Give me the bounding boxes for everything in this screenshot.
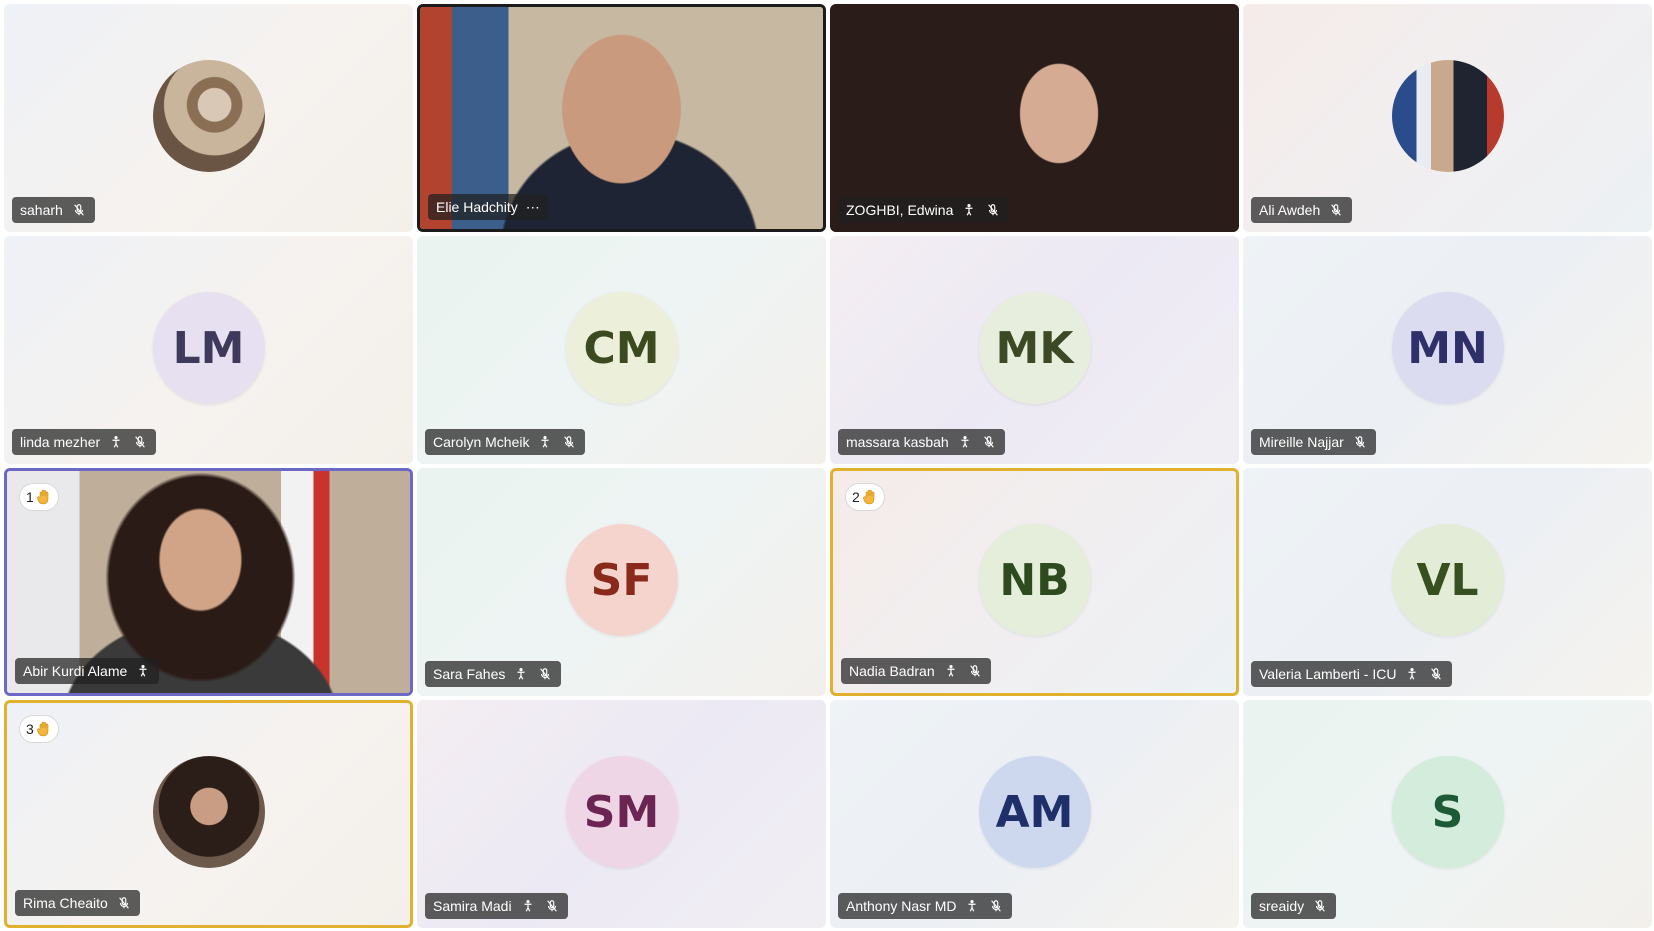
participant-name: Valeria Lamberti - ICU bbox=[1259, 666, 1397, 682]
microphone-muted-icon bbox=[1312, 898, 1328, 914]
participant-tile-ali-awdeh[interactable]: Ali Awdeh bbox=[1243, 4, 1652, 232]
participant-name-label: Abir Kurdi Alame bbox=[15, 658, 160, 684]
participant-name-label: Anthony Nasr MD bbox=[838, 893, 1013, 919]
participant-initials-avatar: SF bbox=[565, 524, 678, 636]
participant-tile-abir-kurdi-alame[interactable]: 1 Abir Kurdi Alame bbox=[4, 468, 413, 696]
participant-tile-zoghbi-edwina[interactable]: ZOGHBI, Edwina bbox=[830, 4, 1239, 232]
microphone-muted-icon bbox=[116, 895, 132, 911]
participant-tile-saharh[interactable]: saharh bbox=[4, 4, 413, 232]
hearing-accessibility-icon bbox=[513, 666, 529, 682]
raised-hand-badge: 1 bbox=[19, 483, 59, 511]
participant-tile-sreaidy[interactable]: S sreaidy bbox=[1243, 700, 1652, 928]
participant-initials-avatar: MK bbox=[978, 292, 1091, 404]
hearing-accessibility-icon bbox=[1404, 666, 1420, 682]
participant-name: Nadia Badran bbox=[849, 663, 935, 679]
participant-name-label: Mireille Najjar bbox=[1251, 429, 1376, 455]
participant-tile-valeria-lamberti[interactable]: VL Valeria Lamberti - ICU bbox=[1243, 468, 1652, 696]
participant-name-label: ZOGHBI, Edwina bbox=[838, 197, 1010, 223]
participant-name-label: Ali Awdeh bbox=[1251, 197, 1353, 223]
microphone-muted-icon bbox=[544, 898, 560, 914]
participant-initials-avatar: AM bbox=[978, 756, 1091, 868]
participant-initials-avatar: S bbox=[1391, 756, 1504, 868]
participant-name-label: Samira Madi bbox=[425, 893, 568, 919]
participant-avatar-photo bbox=[152, 756, 265, 868]
hearing-accessibility-icon bbox=[964, 898, 980, 914]
participant-initials-avatar: LM bbox=[152, 292, 265, 404]
participant-name-label: Elie Hadchity ⋯ bbox=[428, 194, 548, 220]
participant-name-label: Valeria Lamberti - ICU bbox=[1251, 661, 1453, 687]
microphone-muted-icon bbox=[1328, 202, 1344, 218]
participant-name: Mireille Najjar bbox=[1259, 434, 1344, 450]
participant-initials-avatar: VL bbox=[1391, 524, 1504, 636]
microphone-muted-icon bbox=[561, 434, 577, 450]
participant-name: saharh bbox=[20, 202, 63, 218]
participant-name-label: Carolyn Mcheik bbox=[425, 429, 586, 455]
raised-hand-icon bbox=[36, 489, 51, 505]
microphone-muted-icon bbox=[988, 898, 1004, 914]
participant-name: Sara Fahes bbox=[433, 666, 506, 682]
participant-initials-avatar: NB bbox=[978, 524, 1091, 636]
microphone-muted-icon bbox=[71, 202, 87, 218]
participant-avatar-photo bbox=[1391, 60, 1504, 172]
raised-hand-badge: 3 bbox=[19, 715, 59, 743]
microphone-muted-icon bbox=[1352, 434, 1368, 450]
raised-hand-badge: 2 bbox=[845, 483, 885, 511]
participant-initials-avatar: MN bbox=[1391, 292, 1504, 404]
hearing-accessibility-icon bbox=[537, 434, 553, 450]
hearing-accessibility-icon bbox=[520, 898, 536, 914]
hearing-accessibility-icon bbox=[943, 663, 959, 679]
participant-name: Anthony Nasr MD bbox=[846, 898, 957, 914]
participant-name: Samira Madi bbox=[433, 898, 512, 914]
raised-hand-icon bbox=[36, 721, 51, 737]
microphone-muted-icon bbox=[981, 434, 997, 450]
raised-hand-order: 1 bbox=[26, 489, 34, 505]
participant-tile-linda-mezher[interactable]: LM linda mezher bbox=[4, 236, 413, 464]
participant-initials-avatar: CM bbox=[565, 292, 678, 404]
participant-tile-anthony-nasr[interactable]: AM Anthony Nasr MD bbox=[830, 700, 1239, 928]
participant-name-label: massara kasbah bbox=[838, 429, 1005, 455]
participant-name-label: saharh bbox=[12, 197, 95, 223]
participant-name: massara kasbah bbox=[846, 434, 949, 450]
participant-name: Abir Kurdi Alame bbox=[23, 663, 128, 679]
hearing-accessibility-icon bbox=[135, 663, 151, 679]
participant-tile-rima-cheaito[interactable]: 3 Rima Cheaito bbox=[4, 700, 413, 928]
participant-name: sreaidy bbox=[1259, 898, 1305, 914]
participant-tile-nadia-badran[interactable]: 2 NB Nadia Badran bbox=[830, 468, 1239, 696]
microphone-muted-icon bbox=[537, 666, 553, 682]
participant-name-label: sreaidy bbox=[1251, 893, 1337, 919]
participant-name: ZOGHBI, Edwina bbox=[846, 202, 954, 218]
hearing-accessibility-icon bbox=[957, 434, 973, 450]
participant-tile-carolyn-mcheik[interactable]: CM Carolyn Mcheik bbox=[417, 236, 826, 464]
participant-tile-elie-hadchity[interactable]: Elie Hadchity ⋯ bbox=[417, 4, 826, 232]
raised-hand-order: 3 bbox=[26, 721, 34, 737]
microphone-muted-icon bbox=[132, 434, 148, 450]
hearing-accessibility-icon bbox=[108, 434, 124, 450]
microphone-muted-icon bbox=[1428, 666, 1444, 682]
raised-hand-order: 2 bbox=[852, 489, 860, 505]
participant-name-label: Rima Cheaito bbox=[15, 890, 140, 916]
participant-name: Ali Awdeh bbox=[1259, 202, 1321, 218]
video-gallery: saharh Elie Hadchity ⋯ ZOGHBI, Edwina Al… bbox=[4, 4, 1654, 931]
participant-name: Elie Hadchity bbox=[436, 199, 518, 215]
participant-tile-mireille-najjar[interactable]: MN Mireille Najjar bbox=[1243, 236, 1652, 464]
participant-name-label: linda mezher bbox=[12, 429, 157, 455]
hearing-accessibility-icon bbox=[961, 202, 977, 218]
participant-tile-massara-kasbah[interactable]: MK massara kasbah bbox=[830, 236, 1239, 464]
microphone-muted-icon bbox=[967, 663, 983, 679]
microphone-muted-icon bbox=[985, 202, 1001, 218]
participant-name: Carolyn Mcheik bbox=[433, 434, 530, 450]
participant-initials-avatar: SM bbox=[565, 756, 678, 868]
participant-tile-sara-fahes[interactable]: SF Sara Fahes bbox=[417, 468, 826, 696]
participant-tile-samira-madi[interactable]: SM Samira Madi bbox=[417, 700, 826, 928]
participant-name-label: Nadia Badran bbox=[841, 658, 991, 684]
participant-name-label: Sara Fahes bbox=[425, 661, 562, 687]
participant-name: Rima Cheaito bbox=[23, 895, 108, 911]
participant-name: linda mezher bbox=[20, 434, 101, 450]
raised-hand-icon bbox=[862, 489, 877, 505]
more-options-icon[interactable]: ⋯ bbox=[526, 199, 540, 216]
participant-avatar-photo bbox=[152, 60, 265, 172]
